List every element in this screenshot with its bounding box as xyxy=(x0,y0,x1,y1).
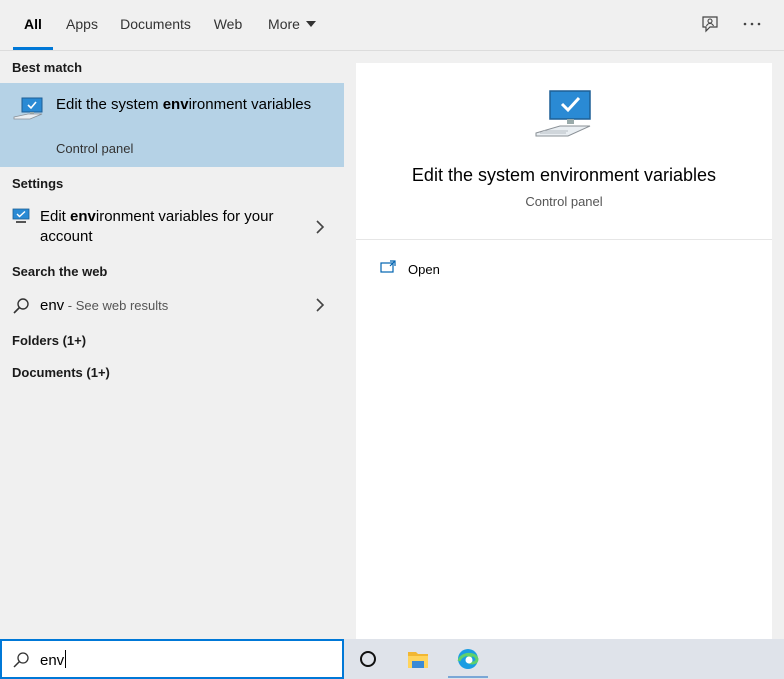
computer-icon xyxy=(535,90,591,137)
open-icon xyxy=(380,260,396,273)
best-match-title: Edit the system environment variables xyxy=(56,96,312,113)
open-label: Open xyxy=(408,262,440,277)
chevron-right-icon[interactable] xyxy=(315,220,325,234)
section-search-web: Search the web xyxy=(12,264,108,279)
feedback-icon[interactable] xyxy=(700,14,720,34)
search-icon xyxy=(13,298,29,314)
tab-documents[interactable]: Documents xyxy=(117,0,194,50)
documents-group[interactable]: Documents (1+) xyxy=(12,365,110,380)
web-search-label: env - See web results xyxy=(40,297,169,314)
results-pane: Best match Edit the system environment v… xyxy=(0,51,344,639)
preview-pane: Edit the system environment variables Co… xyxy=(356,63,772,639)
filter-tab-bar: All Apps Documents Web More xyxy=(0,0,784,51)
tab-more[interactable]: More xyxy=(262,0,322,50)
edge-browser-icon[interactable] xyxy=(448,639,488,679)
cortana-icon[interactable] xyxy=(348,639,388,679)
folders-group[interactable]: Folders (1+) xyxy=(12,333,86,348)
section-settings: Settings xyxy=(12,176,64,191)
active-app-indicator xyxy=(448,676,488,678)
best-match-subtitle: Control panel xyxy=(56,141,134,156)
search-input[interactable]: env xyxy=(0,639,344,679)
settings-result-label: Edit environment variables for your acco… xyxy=(40,208,274,245)
preview-title: Edit the system environment variables xyxy=(411,165,717,185)
open-action[interactable]: Open xyxy=(376,255,496,283)
search-input-value: env xyxy=(40,650,67,669)
monitor-settings-icon xyxy=(12,208,30,223)
computer-icon xyxy=(13,97,43,120)
web-search-result[interactable]: env - See web results xyxy=(0,291,344,323)
tab-apps[interactable]: Apps xyxy=(62,0,102,50)
more-options-icon[interactable] xyxy=(742,14,762,34)
best-match-result[interactable]: Edit the system environment variables Co… xyxy=(0,83,344,167)
taskbar: env xyxy=(0,639,784,679)
chevron-down-icon xyxy=(305,21,316,27)
chevron-right-icon[interactable] xyxy=(315,298,325,312)
settings-result[interactable]: Edit environment variables for your acco… xyxy=(0,201,344,253)
preview-divider xyxy=(356,239,772,240)
search-icon xyxy=(13,652,29,668)
file-explorer-icon[interactable] xyxy=(398,639,438,679)
tab-web[interactable]: Web xyxy=(210,0,246,50)
preview-subtitle: Control panel xyxy=(525,194,603,209)
text-cursor xyxy=(65,650,67,668)
tab-all[interactable]: All xyxy=(13,0,53,50)
section-best-match: Best match xyxy=(12,60,83,75)
tab-more-label: More xyxy=(268,16,300,32)
